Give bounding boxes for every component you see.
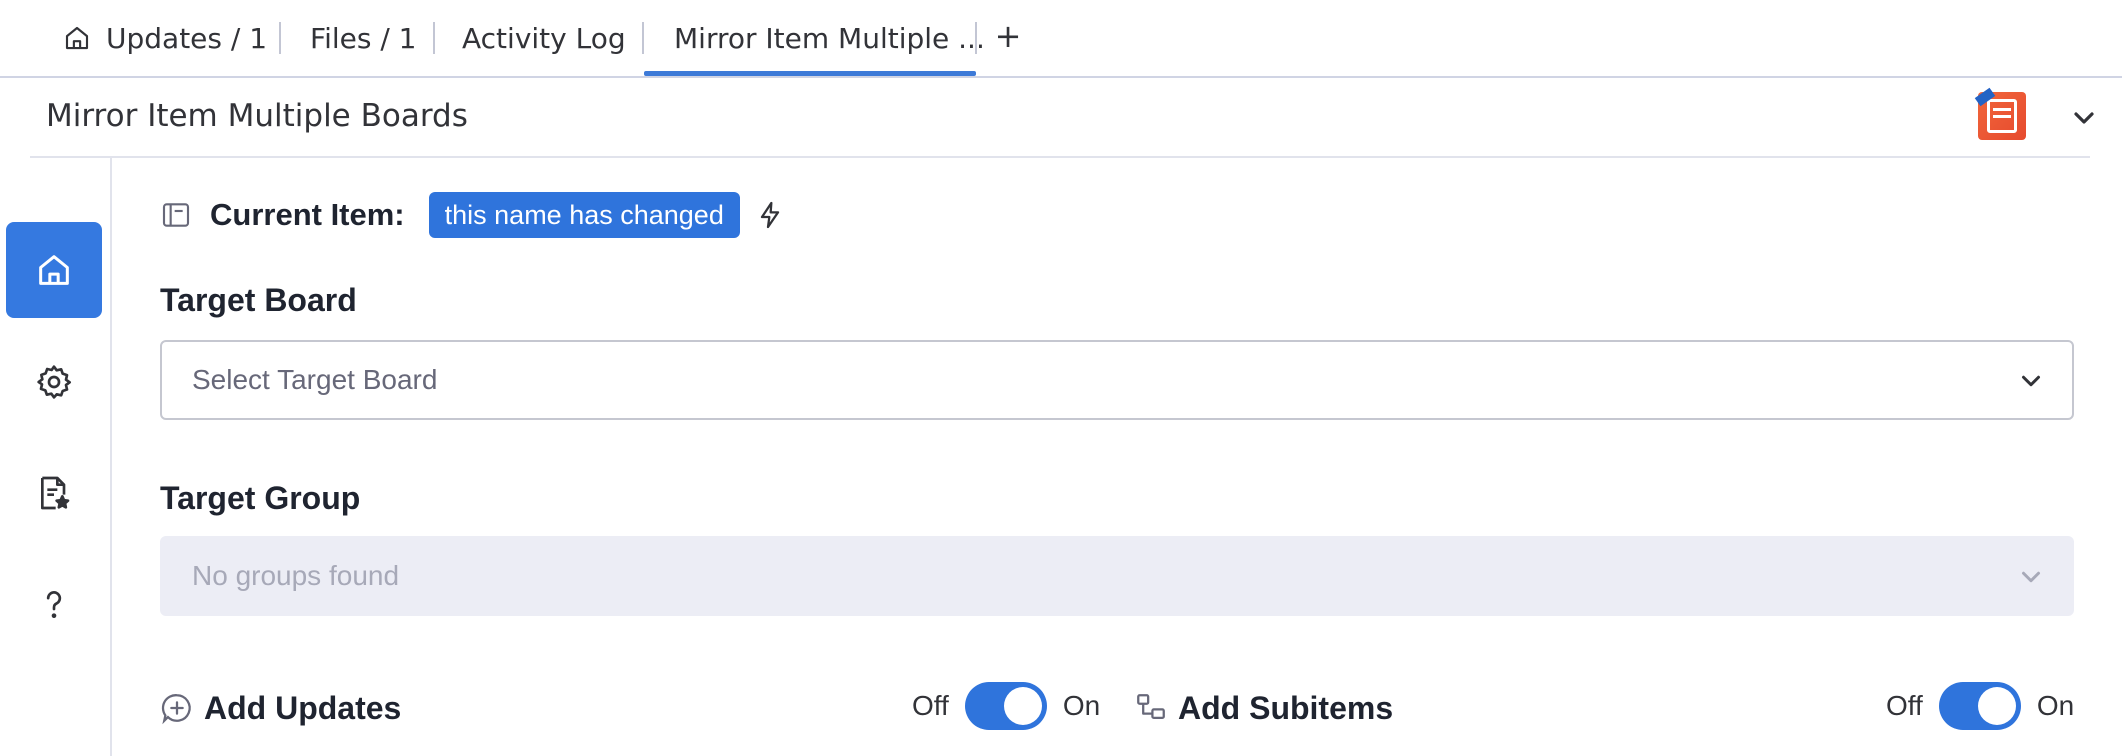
document-magic-icon [41, 476, 70, 510]
tab-divider [975, 22, 977, 54]
target-group-select: No groups found [160, 536, 2074, 616]
app-logo-icon [1974, 87, 2026, 140]
gear-icon [37, 365, 71, 399]
help-icon [46, 591, 62, 618]
add-updates-label: Add Updates [204, 689, 402, 726]
add-tab-button[interactable]: + [995, 16, 1022, 56]
add-subitems-row: Add Subitems [1134, 678, 1393, 738]
nav-settings-button[interactable] [6, 334, 102, 430]
add-subitems-switch[interactable] [1938, 682, 2021, 730]
side-nav [0, 158, 112, 756]
target-board-placeholder: Select Target Board [192, 364, 438, 395]
chevron-down-icon [2016, 366, 2046, 396]
tab-divider [279, 22, 281, 54]
target-group-label: Target Group [160, 480, 361, 516]
tab-label: Activity Log [462, 21, 626, 55]
nav-document-button[interactable] [6, 445, 102, 541]
current-item-row: Current Item: this name has changed [160, 190, 786, 240]
add-updates-switch[interactable] [964, 682, 1047, 730]
add-subitems-toggle: Off On [1886, 682, 2074, 730]
tab-files[interactable]: Files / 1 [310, 0, 417, 76]
nav-help-button[interactable] [6, 556, 102, 652]
add-circle-icon [160, 691, 194, 725]
tab-activity-log[interactable]: Activity Log [462, 0, 626, 76]
tab-divider [642, 22, 644, 54]
add-subitems-label: Add Subitems [1178, 689, 1394, 726]
home-icon [62, 23, 92, 53]
lightning-icon[interactable] [754, 199, 786, 231]
tab-label: Mirror Item Multiple ... [674, 21, 985, 55]
nav-home-button[interactable] [6, 222, 102, 318]
home-icon [39, 255, 69, 285]
item-card-icon [160, 199, 192, 231]
tab-bar: Updates / 1 Files / 1 Activity Log Mirro… [0, 0, 2122, 78]
tab-updates[interactable]: Updates / 1 [62, 0, 267, 76]
target-board-label: Target Board [160, 282, 357, 318]
tab-divider [433, 22, 435, 54]
current-item-label: Current Item: [210, 197, 405, 232]
toggle-on-label: On [2036, 690, 2075, 721]
target-board-select[interactable]: Select Target Board [160, 340, 2074, 420]
subitems-icon [1134, 691, 1168, 725]
chevron-down-icon[interactable] [2068, 102, 2100, 134]
tab-label: Updates / 1 [106, 21, 268, 55]
toggle-off-label: Off [1886, 690, 1923, 721]
active-tab-indicator [644, 71, 976, 76]
add-updates-toggle: Off On [912, 682, 1100, 730]
add-updates-row: Add Updates [160, 678, 401, 738]
page-title: Mirror Item Multiple Boards [46, 98, 468, 134]
toggle-on-label: On [1062, 690, 1101, 721]
toggle-off-label: Off [912, 690, 949, 721]
tab-label: Files / 1 [310, 21, 417, 55]
tab-mirror-item[interactable]: Mirror Item Multiple ... [674, 0, 985, 76]
app-header: Mirror Item Multiple Boards [30, 78, 2094, 158]
current-item-chip[interactable]: this name has changed [428, 192, 740, 238]
main-panel: Current Item: this name has changed Targ… [112, 158, 2122, 756]
target-group-placeholder: No groups found [192, 560, 400, 591]
chevron-down-icon [2016, 562, 2046, 592]
